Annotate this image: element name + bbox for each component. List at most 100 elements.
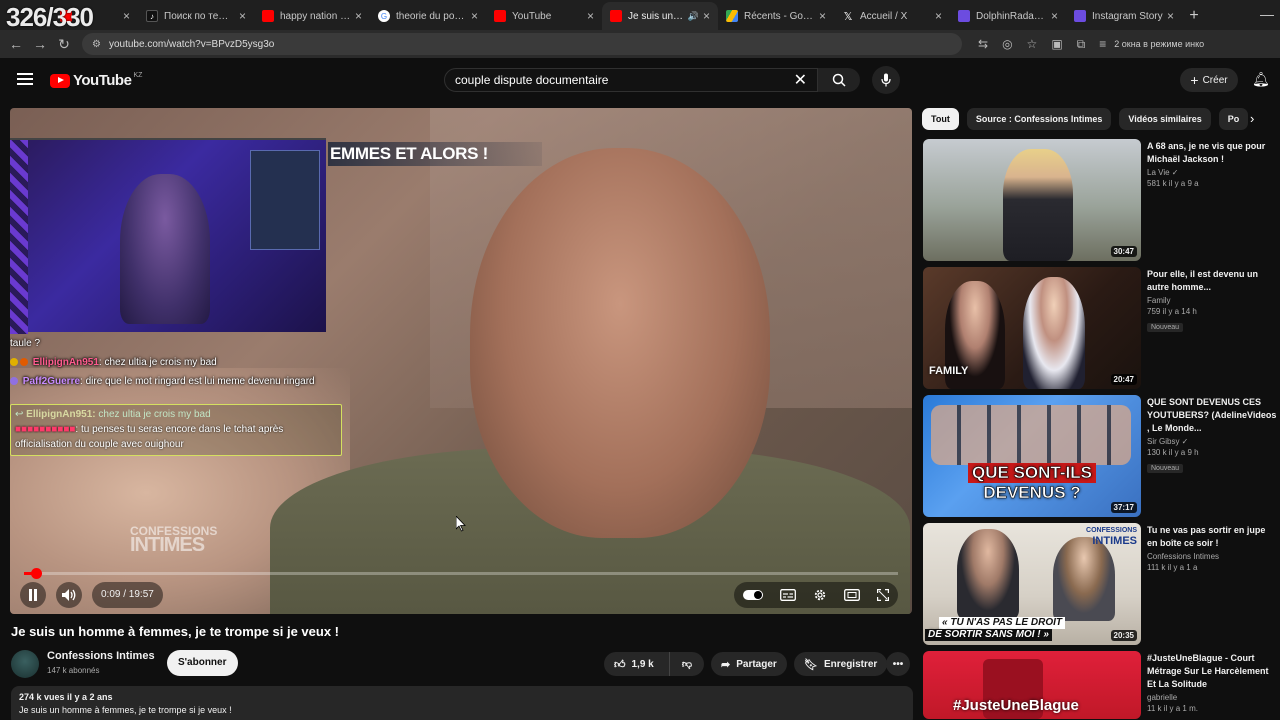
video-title: Je suis un homme à femmes, je te trompe …	[11, 624, 340, 639]
close-icon[interactable]: ×	[819, 9, 826, 23]
settings-gear-icon[interactable]	[813, 588, 827, 602]
video-duration: 20:47	[1110, 374, 1137, 385]
recommendation-title[interactable]: Tu ne vas pas sortir en jupe en boîte ce…	[1147, 524, 1277, 550]
recommendation-title[interactable]: QUE SONT DEVENUS CES YOUTUBERS? (Adeline…	[1147, 396, 1277, 435]
new-badge: Nouveau	[1147, 464, 1184, 473]
close-icon[interactable]: ×	[935, 9, 942, 23]
bookmark-star-icon[interactable]: ☆	[1027, 37, 1038, 51]
create-button[interactable]: + Créer	[1180, 68, 1238, 92]
thumbnail-quote-top: « TU N'AS PAS LE DROIT	[939, 617, 1065, 629]
recommendation-item[interactable]: QUE SONT-ILS DEVENUS ? 37:17 QUE SONT DE…	[922, 394, 1280, 522]
recommendation-title[interactable]: Pour elle, il est devenu un autre homme.…	[1147, 268, 1277, 294]
more-actions-button[interactable]: •••	[886, 652, 910, 676]
chip-similar[interactable]: Vidéos similaires	[1119, 108, 1211, 130]
recommendation-title[interactable]: #JusteUneBlague - Court Métrage Sur Le H…	[1147, 652, 1277, 691]
close-icon[interactable]: ×	[703, 9, 710, 23]
video-thumbnail[interactable]: FAMILY 20:47	[923, 267, 1141, 389]
autoplay-toggle[interactable]	[742, 590, 763, 600]
video-duration: 30:47	[1110, 246, 1137, 257]
clear-search-icon[interactable]: ✕	[794, 70, 807, 90]
browser-tab-2[interactable]: ♪ Поиск по теме - ×	[138, 2, 254, 30]
close-icon[interactable]: ×	[1167, 9, 1174, 23]
theater-mode-icon[interactable]	[844, 589, 861, 601]
recommendation-channel[interactable]: Family	[1147, 296, 1277, 305]
incognito-profile-label[interactable]: 2 окна в режиме инко	[1114, 39, 1204, 49]
video-thumbnail[interactable]: QUE SONT-ILS DEVENUS ? 37:17	[923, 395, 1141, 517]
recommendation-channel[interactable]: Sir Gibsy ✓	[1147, 437, 1277, 446]
youtube-logo[interactable]: YouTube KZ	[50, 72, 142, 89]
browser-tab-7[interactable]: Récents - Google ×	[718, 2, 834, 30]
extensions-area: ⇆ ◎ ☆ ▣ ⧉ ≡	[978, 37, 1106, 52]
translate-icon[interactable]: ⇆	[978, 37, 988, 51]
volume-button[interactable]	[56, 582, 82, 608]
recommendation-meta: 130 k il y a 9 h	[1147, 448, 1199, 457]
close-icon[interactable]: ×	[1051, 9, 1058, 23]
recommendation-item[interactable]: CONFESSIONS INTIMES « TU N'AS PAS LE DRO…	[922, 522, 1280, 650]
forward-icon[interactable]: →	[28, 36, 52, 52]
chip-source[interactable]: Source : Confessions Intimes	[966, 108, 1112, 130]
fullscreen-icon[interactable]	[877, 589, 890, 601]
back-icon[interactable]: ←	[4, 36, 28, 52]
eye-off-icon[interactable]: ◎	[1002, 37, 1012, 51]
browser-tab-5[interactable]: YouTube ×	[486, 2, 602, 30]
recommendation-item[interactable]: 30:47 A 68 ans, je ne vis que pour Micha…	[922, 138, 1280, 266]
recommendation-title[interactable]: A 68 ans, je ne vis que pour Michaël Jac…	[1147, 140, 1277, 166]
browser-tab-3[interactable]: happy nation vib ×	[254, 2, 370, 30]
browser-tab-4[interactable]: Gtheorie du pot de ×	[370, 2, 486, 30]
subscribe-button[interactable]: S'abonner	[167, 650, 238, 676]
video-thumbnail[interactable]: #JusteUneBlague	[923, 651, 1141, 719]
filter-chips: Tout Source : Confessions Intimes Vidéos…	[922, 108, 1280, 130]
browser-tab-active[interactable]: Je suis un hom🔊×	[602, 2, 718, 30]
browser-tab-10[interactable]: Instagram Story ×	[1066, 2, 1182, 30]
video-thumbnail[interactable]: 30:47	[923, 139, 1141, 261]
minimize-icon[interactable]: —	[1260, 6, 1274, 22]
video-player[interactable]: EMMES ET ALORS ! CONFESSIONS INTIMES tau…	[10, 108, 912, 614]
description-box[interactable]: 274 k vues il y a 2 ans Je suis un homme…	[11, 686, 913, 720]
close-icon[interactable]: ×	[123, 9, 130, 23]
share-button[interactable]: ➦ Partager	[711, 652, 787, 676]
new-tab-button[interactable]: +	[1182, 2, 1206, 30]
subtitles-icon[interactable]	[779, 589, 796, 601]
save-button[interactable]: 🔖︎ Enregistrer	[794, 652, 888, 676]
like-button[interactable]: 👍︎ 1,9 k	[604, 652, 670, 676]
voice-search-button[interactable]	[872, 66, 900, 94]
chevron-right-icon[interactable]: ›	[1250, 111, 1264, 126]
channel-name[interactable]: Confessions Intimes	[47, 650, 155, 662]
search-button[interactable]	[818, 68, 860, 92]
dislike-button[interactable]: 👎︎	[670, 658, 704, 670]
browser-tab-8[interactable]: 𝕏 Accueil / X ×	[834, 2, 950, 30]
close-icon[interactable]: ×	[587, 9, 594, 23]
recommendation-channel[interactable]: gabrielle	[1147, 693, 1277, 702]
url-field[interactable]: ⚙ youtube.com/watch?v=BPvzD5ysg3o	[82, 33, 962, 55]
streamer-webcam-overlay	[10, 138, 326, 334]
recommendation-item[interactable]: FAMILY 20:47 Pour elle, il est devenu un…	[922, 266, 1280, 394]
bookmark-icon: 🔖︎	[804, 658, 818, 671]
recommendation-channel[interactable]: Confessions Intimes	[1147, 552, 1277, 561]
menu-icon[interactable]	[17, 73, 33, 85]
chip-all[interactable]: Tout	[922, 108, 959, 130]
reply-arrow-icon: ↩	[15, 409, 24, 420]
subscriber-count: 147 k abonnés	[47, 666, 100, 675]
pause-icon	[29, 589, 37, 601]
close-icon[interactable]: ×	[355, 9, 362, 23]
pause-button[interactable]	[20, 582, 46, 608]
reading-list-icon[interactable]: ≡	[1099, 37, 1106, 51]
site-info-icon[interactable]: ⚙	[92, 39, 101, 50]
notifications-bell-icon[interactable]: 🔔︎	[1252, 71, 1270, 88]
video-progress-bar[interactable]	[24, 568, 898, 579]
progress-scrubber[interactable]	[31, 568, 42, 579]
recommendation-item[interactable]: #JusteUneBlague #JusteUneBlague - Court …	[922, 650, 1280, 720]
speaker-icon[interactable]: 🔊	[688, 11, 699, 22]
extension-icon[interactable]: ▣	[1051, 37, 1062, 51]
close-icon[interactable]: ×	[471, 9, 478, 23]
puzzle-icon[interactable]: ⧉	[1077, 37, 1086, 52]
channel-avatar[interactable]	[11, 650, 39, 678]
video-thumbnail[interactable]: CONFESSIONS INTIMES « TU N'AS PAS LE DRO…	[923, 523, 1141, 645]
reload-icon[interactable]: ↻	[52, 36, 76, 53]
close-icon[interactable]: ×	[239, 9, 246, 23]
recommendation-channel[interactable]: La Vie ✓	[1147, 168, 1277, 177]
dolphin-favicon-icon	[958, 10, 970, 22]
browser-tab-9[interactable]: DolphinRadar - Y ×	[950, 2, 1066, 30]
search-input[interactable]: couple dispute documentaire ✕	[444, 68, 818, 92]
chip-more[interactable]: Po	[1218, 108, 1249, 130]
